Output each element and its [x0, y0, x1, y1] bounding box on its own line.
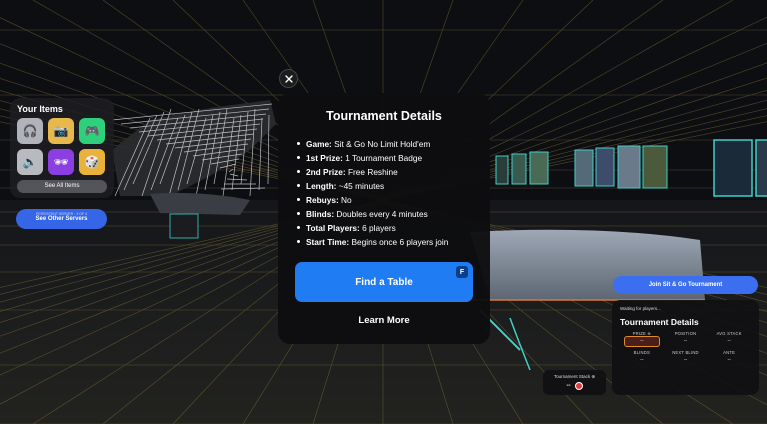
- stat-cell: BLINDS --: [620, 350, 664, 366]
- camera-icon: 📷: [53, 124, 69, 138]
- detail-key: 1st Prize:: [306, 153, 343, 163]
- modal-title: Tournament Details: [326, 109, 442, 123]
- stat-value: --: [727, 357, 731, 363]
- detail-item: Blinds: Doubles every 4 minutes: [297, 207, 474, 221]
- detail-key: Blinds:: [306, 209, 335, 219]
- detail-list: Game: Sit & Go No Limit Hold'em 1st Prize…: [294, 137, 474, 249]
- stat-cell: PRIZE ⊕ --: [620, 331, 664, 347]
- item-tile[interactable]: 🎧: [17, 118, 43, 144]
- keyboard-shortcut-badge: F: [456, 266, 468, 278]
- stack-row: --: [543, 382, 606, 390]
- detail-value: Doubles every 4 minutes: [334, 209, 428, 219]
- your-items-panel: Your Items 🎧 📷 🎮 🔈 🕶 🎲 See All Items: [10, 98, 114, 198]
- sunglasses-icon: 🕶: [53, 155, 69, 169]
- waiting-status: Waiting for players...: [620, 306, 661, 311]
- stat-value: --: [683, 357, 688, 363]
- poker-chip-icon: [574, 382, 583, 390]
- tournament-stack-label: Tournament Stack ⊕: [553, 374, 596, 379]
- detail-key: Total Players:: [306, 223, 360, 233]
- detail-value: 1 Tournament Badge: [342, 153, 423, 163]
- detail-key: Length:: [306, 181, 337, 191]
- detail-item: 1st Prize: 1 Tournament Badge: [297, 151, 474, 165]
- item-tile[interactable]: 📷: [48, 118, 74, 144]
- detail-value: 6 players: [359, 223, 396, 233]
- learn-more-link[interactable]: Learn More: [278, 315, 490, 326]
- stat-cell: ANTE --: [707, 350, 751, 366]
- stat-value: --: [727, 338, 731, 344]
- stat-value: --: [640, 357, 644, 363]
- tournament-stats-grid: PRIZE ⊕ -- POSITION -- AVG STACK -- BLINDS -- NE…: [620, 331, 751, 366]
- item-tile[interactable]: 🔈: [17, 149, 43, 175]
- find-a-table-label: Find a Table: [355, 276, 413, 288]
- detail-item: Game: Sit & Go No Limit Hold'em: [297, 137, 474, 151]
- dice-icon: 🎲: [84, 155, 100, 169]
- detail-value: Free Reshine: [345, 167, 398, 177]
- close-button[interactable]: [279, 69, 298, 88]
- detail-item: Start Time: Begins once 6 players join: [297, 235, 474, 249]
- tournament-details-modal: Tournament Details Game: Sit & Go No Lim…: [278, 93, 490, 344]
- item-tile[interactable]: 🎲: [79, 149, 105, 175]
- server-status-text: PERSISTENT SERVER · 3 OF 4: [35, 212, 88, 216]
- close-icon: [284, 74, 293, 83]
- headphones-icon: 🎧: [22, 124, 38, 138]
- stat-value[interactable]: --: [624, 336, 660, 347]
- join-sit-and-go-button[interactable]: Join Sit & Go Tournament: [613, 276, 758, 294]
- detail-item: Total Players: 6 players: [297, 221, 474, 235]
- detail-key: Game:: [306, 139, 332, 149]
- your-items-title: Your Items: [17, 104, 63, 114]
- detail-value: No: [338, 195, 352, 205]
- see-all-items-button[interactable]: See All Items: [17, 180, 107, 193]
- item-tile[interactable]: 🎮: [79, 118, 105, 144]
- item-tile[interactable]: 🕶: [48, 149, 74, 175]
- see-other-servers-button[interactable]: PERSISTENT SERVER · 3 OF 4 See Other Ser…: [16, 209, 107, 229]
- stat-cell: AVG STACK --: [707, 331, 751, 347]
- stat-value: --: [683, 338, 688, 344]
- gamepad-icon: 🎮: [84, 124, 100, 138]
- tournament-panel-title: Tournament Details: [620, 317, 699, 327]
- detail-item: Length: ~45 minutes: [297, 179, 474, 193]
- detail-value: Begins once 6 players join: [349, 237, 449, 247]
- stat-cell: NEXT BLIND --: [664, 350, 708, 366]
- detail-item: 2nd Prize: Free Reshine: [297, 165, 474, 179]
- detail-item: Rebuys: No: [297, 193, 474, 207]
- tournament-stack-value: --: [566, 383, 571, 389]
- stat-cell: POSITION --: [664, 331, 708, 347]
- detail-value: ~45 minutes: [336, 181, 385, 191]
- see-other-servers-label: See Other Servers: [35, 216, 88, 222]
- detail-key: Rebuys:: [306, 195, 339, 205]
- detail-key: Start Time:: [306, 237, 350, 247]
- detail-value: Sit & Go No Limit Hold'em: [331, 139, 431, 149]
- tournament-stack-box: Tournament Stack ⊕ --: [543, 370, 606, 395]
- detail-key: 2nd Prize:: [306, 167, 346, 177]
- find-a-table-button[interactable]: Find a Table F: [295, 262, 473, 302]
- speaker-icon: 🔈: [22, 155, 38, 169]
- items-grid: 🎧 📷 🎮 🔈 🕶 🎲: [17, 118, 107, 175]
- tournament-status-panel: Waiting for players... Tournament Detail…: [612, 300, 759, 395]
